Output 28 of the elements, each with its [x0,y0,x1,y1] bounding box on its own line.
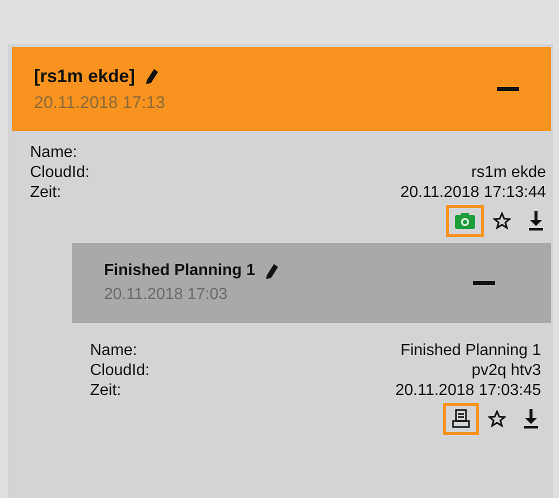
minus-icon [473,281,495,285]
field-label: Zeit: [30,183,62,203]
pencil-icon[interactable] [263,263,280,279]
field-label: CloudId: [90,361,150,381]
item-title: [rs1m ekde] [34,64,136,88]
field-label: Name: [30,143,78,163]
star-icon [488,410,506,428]
field-label: Zeit: [90,381,122,401]
printer-button[interactable] [443,403,479,435]
field-value: pv2q htv3 [472,361,541,381]
field-value: Finished Planning 1 [400,341,541,361]
item-date: 20.11.2018 17:03 [104,285,228,305]
field-label: Name: [90,341,138,361]
pencil-icon[interactable] [143,68,160,84]
star-icon [493,212,511,230]
field-label: CloudId: [30,163,90,183]
field-value: 20.11.2018 17:13:44 [400,183,546,203]
item-header[interactable]: Finished Planning 1 20.11.2018 17:03 [72,243,551,323]
printer-icon [452,409,470,429]
download-icon [524,409,538,429]
minus-icon [497,87,519,91]
item-header[interactable]: [rs1m ekde] 20.11.2018 17:13 [12,47,551,131]
field-value: rs1m ekde [471,163,546,183]
field-value: 20.11.2018 17:03:45 [395,381,541,401]
camera-icon [455,213,475,229]
download-icon [529,211,543,231]
item-title: Finished Planning 1 [104,261,256,281]
item-date: 20.11.2018 17:13 [34,92,166,114]
